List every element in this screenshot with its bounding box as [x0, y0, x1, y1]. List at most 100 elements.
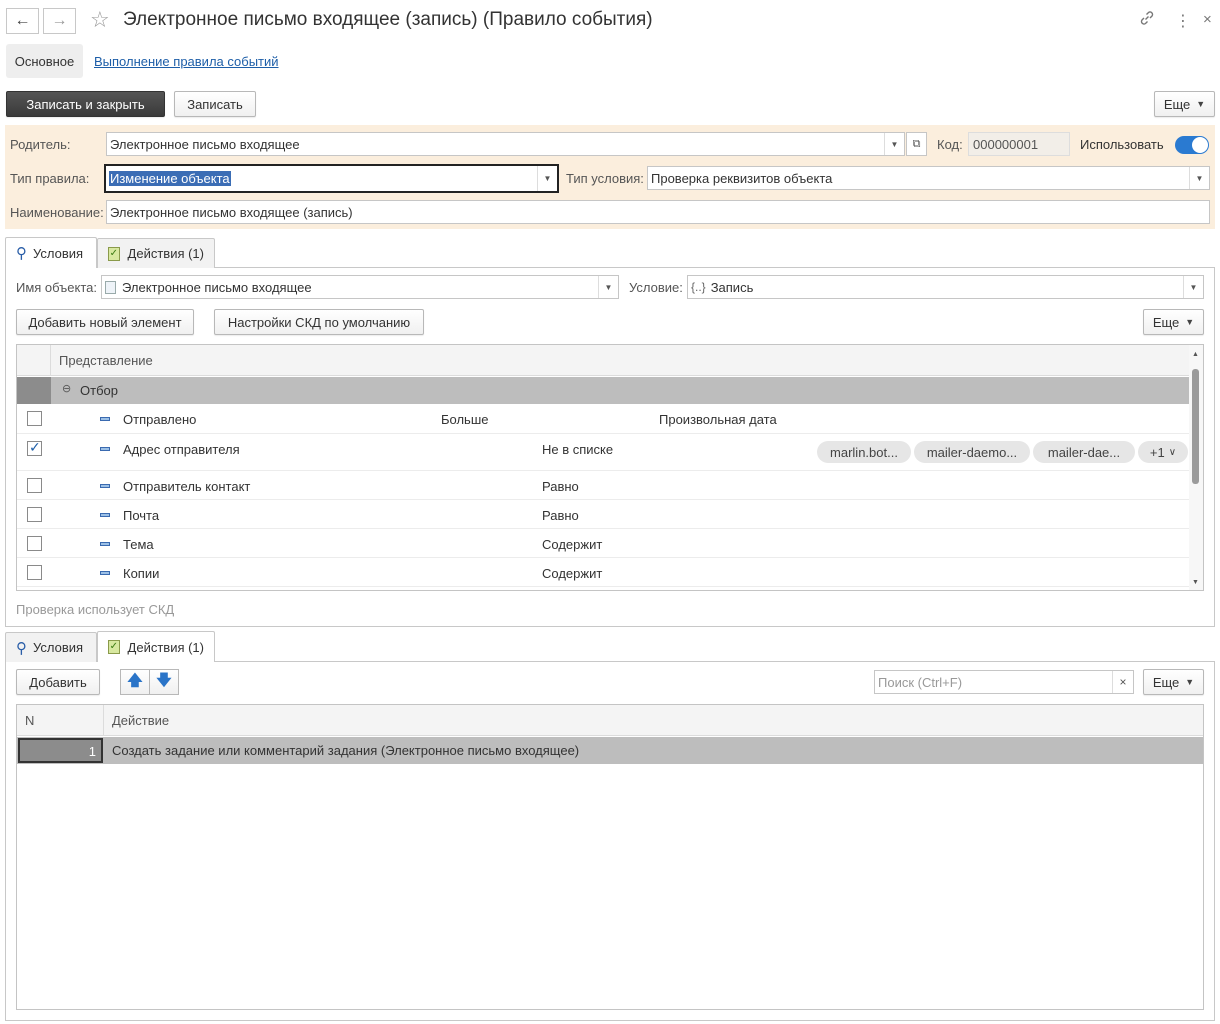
more-values-count: +1 [1149, 444, 1165, 460]
more-values-pill[interactable]: +1 ∨ [1138, 441, 1188, 463]
tab-conditions[interactable]: ⚲ Условия [5, 237, 97, 268]
tab-rule-execution-link[interactable]: Выполнение правила событий [94, 54, 279, 69]
braces-icon: {..} [691, 280, 706, 294]
filter-row[interactable]: Отправитель контакт Равно [17, 471, 1189, 500]
column-header-n[interactable]: N [25, 713, 34, 728]
chevron-down-icon[interactable]: ▼ [884, 133, 904, 155]
group-label: Отбор [80, 383, 118, 398]
tab-conditions-2[interactable]: ⚲ Условия [5, 632, 97, 662]
filter-row[interactable]: Копии Содержит [17, 558, 1189, 587]
more-label: Еще [1152, 674, 1180, 690]
value-pill[interactable]: marlin.bot... [817, 441, 911, 463]
row-operator: Равно [542, 508, 579, 523]
chevron-down-icon[interactable]: ▼ [1183, 276, 1203, 298]
row-operator: Содержит [542, 566, 603, 581]
collapse-icon[interactable]: ⊖ [62, 382, 71, 395]
value-pill[interactable]: mailer-daemo... [914, 441, 1030, 463]
filter-row[interactable]: Тема Содержит [17, 529, 1189, 558]
back-button[interactable]: ← [6, 8, 39, 34]
save-button[interactable]: Записать [174, 91, 256, 117]
condition-type-field[interactable]: Проверка реквизитов объекта ▼ [647, 166, 1210, 190]
scroll-thumb[interactable] [1192, 369, 1199, 484]
filter-row[interactable]: Отправлено Больше Произвольная дата [17, 404, 1189, 434]
parent-label: Родитель: [10, 137, 71, 152]
dash-icon [100, 571, 110, 575]
row-operator: Больше [441, 412, 489, 427]
column-header-presentation[interactable]: Представление [59, 353, 153, 368]
more-button[interactable]: Еще ▼ [1154, 91, 1215, 117]
grid-scrollbar[interactable]: ▲ ▼ [1189, 345, 1203, 590]
row-checkbox[interactable] [27, 411, 42, 426]
scroll-down-icon[interactable]: ▼ [1192, 579, 1199, 586]
filter-row[interactable]: Почта Равно [17, 500, 1189, 529]
row-field-name: Отправитель контакт [123, 479, 251, 494]
column-header-action[interactable]: Действие [112, 713, 169, 728]
row-field-name: Тема [123, 537, 154, 552]
use-toggle[interactable] [1175, 136, 1209, 154]
group-row-marker [17, 377, 51, 404]
more-vertical-icon[interactable]: ⋮ [1175, 11, 1191, 31]
tab-actions-label: Действия (1) [127, 246, 204, 261]
magnifier-icon: ⚲ [16, 639, 27, 657]
link-icon[interactable] [1139, 10, 1155, 31]
row-operator: Равно [542, 479, 579, 494]
row-operator: Содержит [542, 537, 603, 552]
star-icon[interactable]: ☆ [90, 7, 110, 33]
parent-field[interactable]: Электронное письмо входящее ▼ [106, 132, 905, 156]
row-checkbox[interactable] [27, 565, 42, 580]
object-name-field[interactable]: Электронное письмо входящее ▼ [101, 275, 619, 299]
name-label: Наименование: [10, 205, 104, 220]
open-parent-button[interactable]: ⧉ [906, 132, 927, 156]
clear-icon[interactable]: × [1112, 671, 1133, 693]
rule-type-label: Тип правила: [10, 171, 90, 186]
save-and-close-button[interactable]: Записать и закрыть [6, 91, 165, 117]
row-field-name: Почта [123, 508, 160, 523]
condition-field[interactable]: {..} Запись ▼ [687, 275, 1204, 299]
more-label: Еще [1152, 314, 1180, 330]
code-label: Код: [937, 137, 963, 152]
more-label: Еще [1163, 96, 1191, 112]
tab-actions[interactable]: ✓ Действия (1) [97, 238, 215, 268]
tab-main[interactable]: Основное [6, 44, 83, 78]
search-placeholder: Поиск (Ctrl+F) [878, 674, 963, 690]
filter-row[interactable]: Адрес отправителя Не в списке marlin.bot… [17, 434, 1189, 471]
name-field[interactable]: Электронное письмо входящее (запись) [106, 200, 1210, 224]
move-up-button[interactable]: 🡅 [120, 669, 150, 695]
chevron-down-icon[interactable]: ▼ [598, 276, 618, 298]
row-checkbox[interactable] [27, 478, 42, 493]
add-new-element-button[interactable]: Добавить новый элемент [16, 309, 194, 335]
chevron-down-icon[interactable]: ▼ [537, 166, 557, 191]
grid-header: N Действие [17, 705, 1203, 736]
forward-button[interactable]: → [43, 8, 76, 34]
rule-type-field[interactable]: Изменение объекта ▼ [104, 164, 559, 193]
row-checkbox[interactable] [27, 536, 42, 551]
conditions-more-button[interactable]: Еще ▼ [1143, 309, 1204, 335]
table-row[interactable]: 1 Создать задание или комментарий задани… [17, 737, 1203, 764]
row-number-cell[interactable]: 1 [18, 738, 103, 763]
row-number: 1 [88, 744, 96, 759]
chevron-down-icon: ▼ [1185, 317, 1195, 327]
tab-actions-2[interactable]: ✓ Действия (1) [97, 631, 215, 662]
document-icon [105, 280, 116, 294]
row-action: Создать задание или комментарий задания … [112, 743, 580, 758]
scroll-up-icon[interactable]: ▲ [1192, 351, 1199, 358]
add-action-button[interactable]: Добавить [16, 669, 100, 695]
tab-conditions-label: Условия [33, 245, 84, 261]
search-input[interactable]: Поиск (Ctrl+F) × [874, 670, 1134, 694]
chevron-down-icon[interactable]: ▼ [1189, 167, 1209, 189]
row-checkbox[interactable] [27, 507, 42, 522]
value-pill[interactable]: mailer-dae... [1033, 441, 1135, 463]
default-skd-settings-button[interactable]: Настройки СКД по умолчанию [214, 309, 424, 335]
move-down-button[interactable]: 🡇 [149, 669, 179, 695]
page-title: Электронное письмо входящее (запись) (Пр… [123, 9, 653, 30]
actions-more-button[interactable]: Еще ▼ [1143, 669, 1204, 695]
use-label: Использовать [1080, 137, 1164, 152]
dash-icon [100, 484, 110, 488]
group-row[interactable]: ⊖ Отбор [51, 377, 1189, 404]
row-field-name: Адрес отправителя [123, 442, 240, 457]
checkbox-icon: ✓ [108, 640, 120, 654]
tab-conditions-label: Условия [33, 640, 84, 655]
close-icon[interactable]: × [1203, 11, 1212, 28]
code-field[interactable]: 000000001 [968, 132, 1070, 156]
row-checkbox[interactable] [27, 439, 42, 456]
